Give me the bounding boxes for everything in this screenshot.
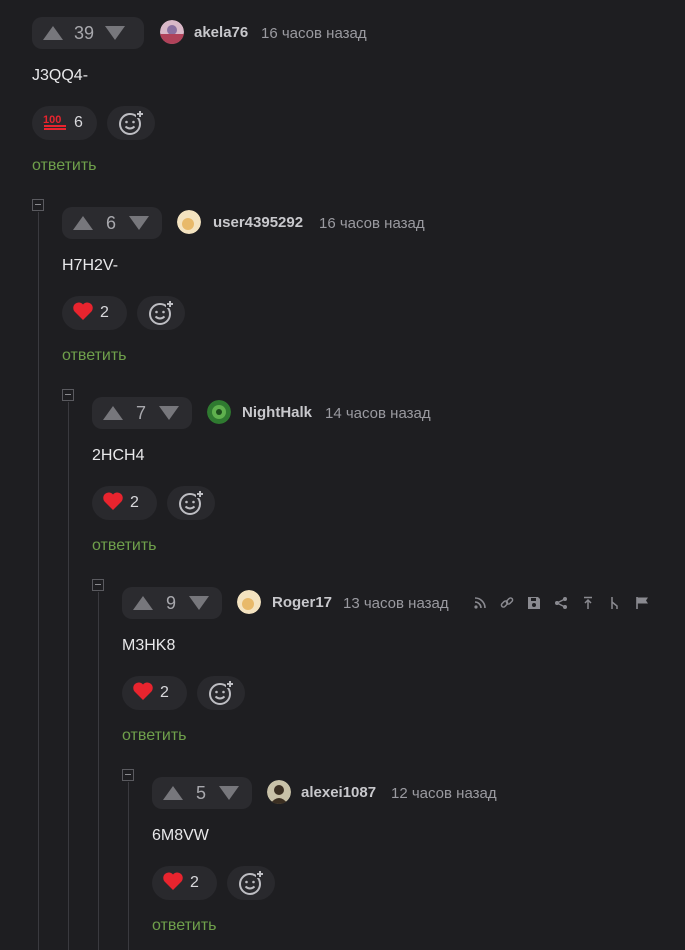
timestamp[interactable]: 12 часов назад [391, 785, 497, 802]
reply-link[interactable]: ответить [62, 347, 127, 365]
comment-toolbar [472, 595, 649, 610]
reply-link[interactable]: ответить [92, 537, 157, 555]
comment-text: 2HCH4 [92, 447, 145, 464]
flag-icon[interactable] [634, 595, 649, 610]
vote-widget: 6 [62, 207, 162, 239]
avatar[interactable] [237, 590, 261, 614]
vote-widget: 39 [32, 17, 144, 49]
smiley-plus-icon [209, 680, 234, 705]
timestamp[interactable]: 13 часов назад [343, 595, 449, 612]
thread-line [38, 212, 39, 950]
comment-text: M3HK8 [122, 637, 176, 654]
reaction-pill[interactable]: 2 [62, 296, 127, 330]
reply-link[interactable]: ответить [32, 157, 97, 175]
upvote-icon[interactable] [132, 595, 154, 611]
to-top-icon[interactable] [580, 595, 595, 610]
add-reaction-button[interactable] [197, 676, 245, 710]
downvote-icon[interactable] [128, 215, 150, 231]
reaction-count: 2 [160, 684, 169, 701]
thread-line [98, 592, 99, 950]
collapse-thread-button[interactable] [62, 389, 74, 401]
avatar[interactable] [267, 780, 291, 804]
vote-count: 9 [165, 592, 176, 613]
heart-icon [72, 301, 94, 326]
thread-icon[interactable] [607, 595, 622, 610]
comment: 6 user4395292 16 часов назад H7H2V- 2 от… [62, 207, 672, 377]
vote-widget: 9 [122, 587, 222, 619]
add-reaction-button[interactable] [227, 866, 275, 900]
vote-count: 39 [74, 22, 95, 43]
upvote-icon[interactable] [162, 785, 184, 801]
thread-line [68, 402, 69, 950]
downvote-icon[interactable] [188, 595, 210, 611]
downvote-icon[interactable] [218, 785, 240, 801]
smiley-plus-icon [239, 870, 264, 895]
downvote-icon[interactable] [104, 25, 126, 41]
reaction-pill[interactable]: 2 [122, 676, 187, 710]
add-reaction-button[interactable] [137, 296, 185, 330]
share-icon[interactable] [553, 595, 568, 610]
timestamp[interactable]: 14 часов назад [325, 405, 431, 422]
collapse-thread-button[interactable] [92, 579, 104, 591]
svg-text:100: 100 [43, 114, 61, 126]
comment-text: J3QQ4- [32, 67, 89, 84]
reaction-count: 2 [130, 494, 139, 511]
reaction-count: 6 [74, 114, 83, 131]
smiley-plus-icon [119, 110, 144, 135]
hundred-points-icon: 100 [42, 111, 68, 136]
heart-icon [162, 871, 184, 896]
branch-icon[interactable] [472, 595, 487, 610]
comment-text: H7H2V- [62, 257, 119, 274]
timestamp[interactable]: 16 часов назад [261, 25, 367, 42]
username[interactable]: alexei1087 [301, 784, 376, 801]
comment: 5 alexei1087 12 часов назад 6M8VW 2 отве… [152, 777, 672, 947]
username[interactable]: Roger17 [272, 594, 332, 611]
comment: 7 NightHalk 14 часов назад 2HCH4 2 ответ… [92, 397, 672, 567]
thread-line [128, 782, 129, 950]
comment: 9 Roger17 13 часов назад M3HK8 2 ответит… [122, 587, 682, 757]
comments-thread: 39 akela76 16 часов назад J3QQ4- 100 6 о… [0, 0, 685, 950]
add-reaction-button[interactable] [167, 486, 215, 520]
reaction-count: 2 [100, 304, 109, 321]
avatar[interactable] [207, 400, 231, 424]
reaction-pill[interactable]: 2 [152, 866, 217, 900]
reply-link[interactable]: ответить [122, 727, 187, 745]
comment: 39 akela76 16 часов назад J3QQ4- 100 6 о… [32, 17, 672, 187]
timestamp[interactable]: 16 часов назад [319, 215, 425, 232]
reaction-pill[interactable]: 2 [92, 486, 157, 520]
add-reaction-button[interactable] [107, 106, 155, 140]
collapse-thread-button[interactable] [122, 769, 134, 781]
heart-icon [102, 491, 124, 516]
vote-count: 5 [195, 782, 206, 803]
heart-icon [132, 681, 154, 706]
vote-widget: 5 [152, 777, 252, 809]
reaction-count: 2 [190, 874, 199, 891]
upvote-icon[interactable] [42, 25, 64, 41]
vote-widget: 7 [92, 397, 192, 429]
username[interactable]: user4395292 [213, 214, 303, 231]
link-icon[interactable] [499, 595, 514, 610]
username[interactable]: akela76 [194, 24, 248, 41]
avatar[interactable] [177, 210, 201, 234]
username[interactable]: NightHalk [242, 404, 312, 421]
collapse-thread-button[interactable] [32, 199, 44, 211]
smiley-plus-icon [149, 300, 174, 325]
upvote-icon[interactable] [102, 405, 124, 421]
avatar[interactable] [160, 20, 184, 44]
vote-count: 7 [135, 402, 146, 423]
downvote-icon[interactable] [158, 405, 180, 421]
smiley-plus-icon [179, 490, 204, 515]
upvote-icon[interactable] [72, 215, 94, 231]
vote-count: 6 [105, 212, 116, 233]
save-icon[interactable] [526, 595, 541, 610]
reply-link[interactable]: ответить [152, 917, 217, 935]
reaction-pill[interactable]: 100 6 [32, 106, 97, 140]
comment-text: 6M8VW [152, 827, 209, 844]
